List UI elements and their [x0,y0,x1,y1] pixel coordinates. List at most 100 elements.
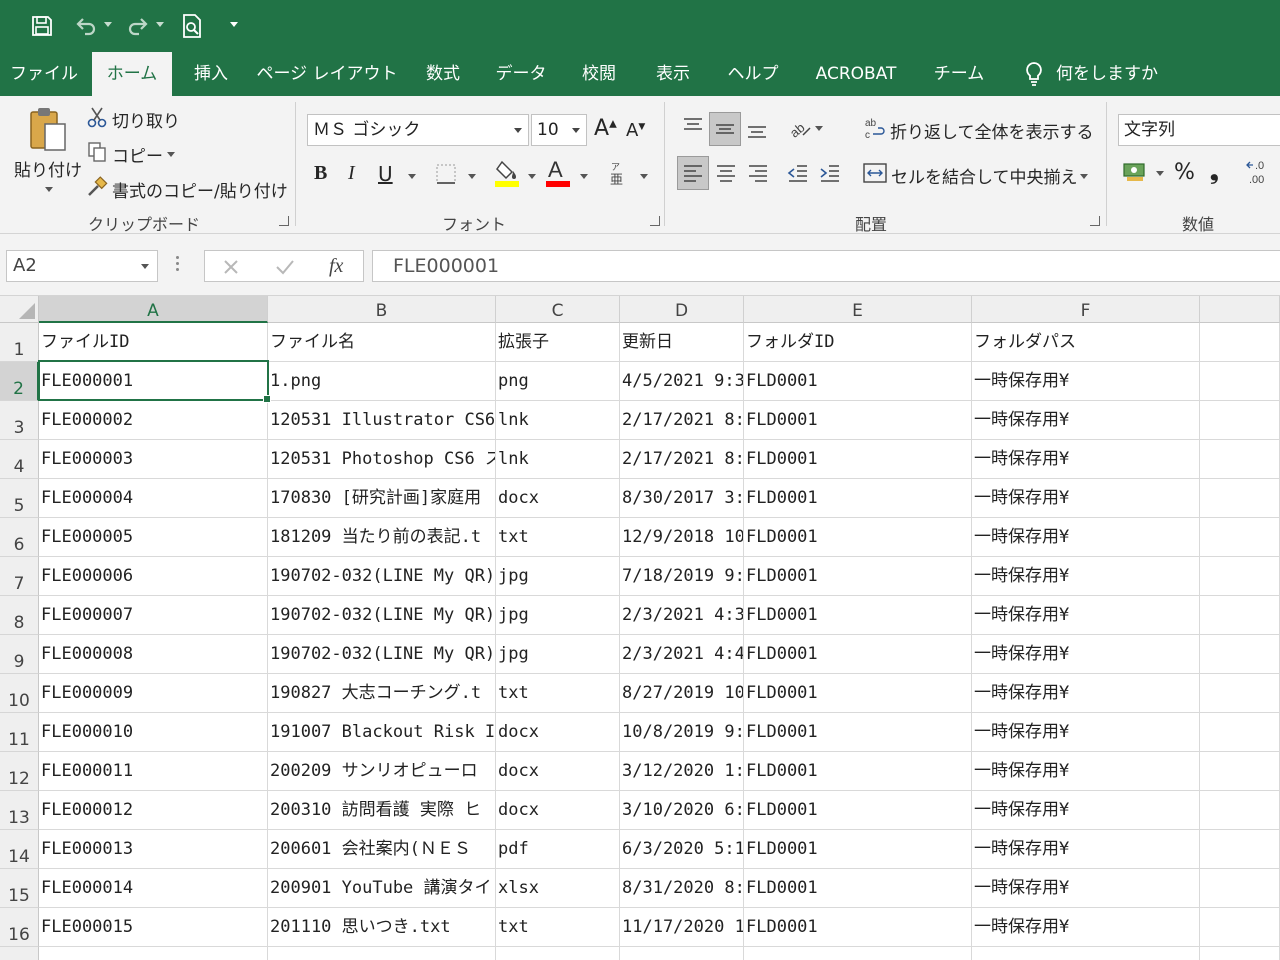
cell-a7[interactable]: FLE000006 [39,557,268,596]
row-header[interactable] [0,947,39,960]
cell-g5[interactable] [1200,479,1280,518]
fill-color-dropdown-icon[interactable] [528,174,536,179]
cell-g6[interactable] [1200,518,1280,557]
cell-g11[interactable] [1200,713,1280,752]
comma-style-button[interactable]: ❟ [1210,160,1219,185]
cell-a12[interactable]: FLE000011 [39,752,268,791]
cell-g15[interactable] [1200,869,1280,908]
align-middle-icon[interactable] [709,112,741,146]
cell-b5[interactable]: 170830 [研究計画]家庭用 [268,479,496,518]
alignment-launcher-icon[interactable] [1090,216,1100,226]
cell-b9[interactable]: 190702-032(LINE My QR)3 [268,635,496,674]
cell-g2[interactable] [1200,362,1280,401]
column-header-g[interactable] [1200,296,1280,323]
cell-e1[interactable]: フォルダID [744,323,972,362]
cell-c16[interactable]: txt [496,908,620,947]
cell[interactable] [744,947,972,960]
tab-home[interactable]: ホーム [92,52,172,96]
cell-e8[interactable]: FLD0001 [744,596,972,635]
cell-d14[interactable]: 6/3/2020 5:1 [620,830,744,869]
cell[interactable] [1200,947,1280,960]
tab-page-layout[interactable]: ページ レイアウト [256,52,398,96]
scissors-icon[interactable] [86,106,108,128]
cell-e2[interactable]: FLD0001 [744,362,972,401]
tab-data[interactable]: データ [488,52,554,96]
cell-b12[interactable]: 200209 サンリオピューロ [268,752,496,791]
redo-icon[interactable] [124,10,152,42]
insert-function-button[interactable]: fx [329,252,343,280]
worksheet-grid[interactable]: ABCDEF 1 ファイルID ファイル名 拡張子 更新日 フォルダID フォルダパス 2 FL… [0,296,1280,960]
cell-e3[interactable]: FLD0001 [744,401,972,440]
cell-g13[interactable] [1200,791,1280,830]
wrap-text-button[interactable]: 折り返して全体を表示する [890,118,1094,143]
cell-d8[interactable]: 2/3/2021 4:3 [620,596,744,635]
cell-c15[interactable]: xlsx [496,869,620,908]
increase-font-size-icon[interactable]: A▲ [594,116,617,141]
cell-d5[interactable]: 8/30/2017 3: [620,479,744,518]
cell-d16[interactable]: 11/17/2020 1 [620,908,744,947]
row-header[interactable]: 10 [0,674,39,713]
row-header[interactable]: 3 [0,401,39,440]
cell-a9[interactable]: FLE000008 [39,635,268,674]
cell-c2[interactable]: png [496,362,620,401]
row-header[interactable]: 16 [0,908,39,947]
cell-f12[interactable]: 一時保存用¥ [972,752,1200,791]
cell-a1[interactable]: ファイルID [39,323,268,362]
fill-color-icon[interactable] [494,158,520,188]
row-header[interactable]: 9 [0,635,39,674]
cell-b16[interactable]: 201110 思いつき.txt [268,908,496,947]
cell-c8[interactable]: jpg [496,596,620,635]
merge-center-icon[interactable] [861,160,889,186]
cell-a8[interactable]: FLE000007 [39,596,268,635]
cancel-icon[interactable] [219,255,243,279]
formula-bar-splitter[interactable] [176,256,180,276]
cell-c5[interactable]: docx [496,479,620,518]
tab-file[interactable]: ファイル [6,52,82,96]
underline-button[interactable]: U [378,162,393,186]
wrap-text-icon[interactable]: ab c [862,116,888,142]
cell-f1[interactable]: フォルダパス [972,323,1200,362]
cell-f10[interactable]: 一時保存用¥ [972,674,1200,713]
row-header[interactable]: 14 [0,830,39,869]
row-header[interactable]: 11 [0,713,39,752]
cell-d7[interactable]: 7/18/2019 9: [620,557,744,596]
row-header[interactable]: 6 [0,518,39,557]
clipboard-launcher-icon[interactable] [279,216,289,226]
borders-icon[interactable] [434,162,458,186]
cell-g12[interactable] [1200,752,1280,791]
cell-e9[interactable]: FLD0001 [744,635,972,674]
cell-g8[interactable] [1200,596,1280,635]
cell-f9[interactable]: 一時保存用¥ [972,635,1200,674]
cell-a3[interactable]: FLE000002 [39,401,268,440]
cell-e4[interactable]: FLD0001 [744,440,972,479]
undo-icon[interactable] [72,10,100,42]
align-right-icon[interactable] [743,156,773,190]
cell-d9[interactable]: 2/3/2021 4:4 [620,635,744,674]
tab-review[interactable]: 校閲 [570,52,628,96]
align-center-icon[interactable] [711,156,741,190]
paste-dropdown-icon[interactable] [45,187,53,192]
cell-f13[interactable]: 一時保存用¥ [972,791,1200,830]
cell-b10[interactable]: 190827 大志コーチング.t [268,674,496,713]
cell-c9[interactable]: jpg [496,635,620,674]
cell-c1[interactable]: 拡張子 [496,323,620,362]
row-header[interactable]: 2 [0,362,39,401]
row-header[interactable]: 1 [0,323,39,362]
italic-button[interactable]: I [348,162,355,185]
redo-dropdown-icon[interactable] [156,22,164,27]
format-painter-button[interactable]: 書式のコピー/貼り付け [112,177,288,202]
cell-b6[interactable]: 181209 当たり前の表記.t [268,518,496,557]
paste-button[interactable]: 貼り付け [14,156,82,181]
cell-g10[interactable] [1200,674,1280,713]
cell-a15[interactable]: FLE000014 [39,869,268,908]
font-name-combo[interactable]: ＭＳ ゴシック [307,114,529,146]
merge-dropdown-icon[interactable] [1080,174,1088,179]
cell-a11[interactable]: FLE000010 [39,713,268,752]
cell-a2[interactable]: FLE000001 [39,362,268,401]
font-color-icon[interactable]: A [544,156,572,188]
cell-c13[interactable]: docx [496,791,620,830]
copy-dropdown-icon[interactable] [167,152,175,157]
save-icon[interactable] [28,10,56,42]
cell-b4[interactable]: 120531 Photoshop CS6 ス [268,440,496,479]
cut-button[interactable]: 切り取り [112,107,180,132]
